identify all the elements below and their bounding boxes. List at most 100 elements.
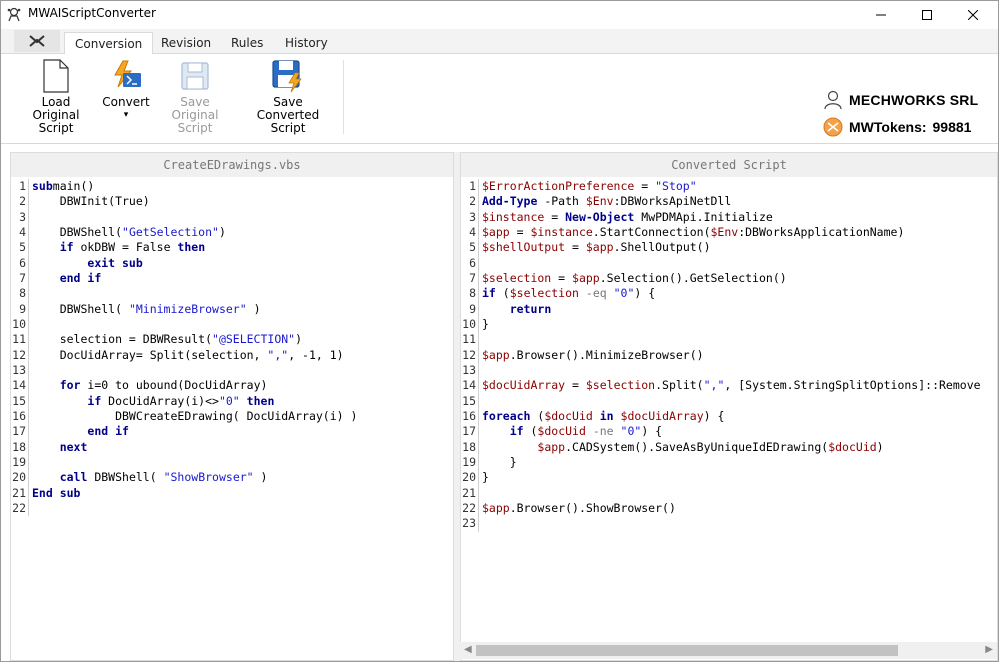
- code-line[interactable]: 8: [11, 286, 453, 302]
- code-line[interactable]: 13: [11, 362, 453, 379]
- code-line[interactable]: 2 DBWInit(True): [11, 194, 453, 210]
- close-button[interactable]: [950, 1, 996, 29]
- code-line[interactable]: 16 DBWCreateEDrawing( DocUidArray(i) ): [11, 408, 453, 425]
- scroll-right-icon[interactable]: ▶: [985, 644, 993, 655]
- load-original-script-button[interactable]: Load Original Script: [15, 58, 97, 135]
- app-menu-button[interactable]: [14, 30, 60, 52]
- code-line[interactable]: 6: [461, 255, 997, 271]
- code-line[interactable]: 7 $selection = $app.Selection().GetSelect…: [461, 270, 997, 287]
- code-line[interactable]: 5 $shellOutput = $app.ShellOutput(): [461, 240, 997, 256]
- user-icon: [824, 90, 842, 110]
- code-line[interactable]: 10: [11, 316, 453, 333]
- horizontal-scrollbar[interactable]: ◀ ▶: [460, 642, 997, 659]
- original-script-editor[interactable]: CreateEDrawings.vbs 1 submain() 2 DBWInit(…: [10, 152, 454, 661]
- code-line[interactable]: 4 DBWShell("GetSelection"): [11, 224, 453, 241]
- code-line[interactable]: 15 if DocUidArray(i)<>"0" then: [11, 393, 453, 409]
- save-converted-script-button[interactable]: Save Converted Script: [241, 58, 335, 135]
- account-tokens: MWTokens: 99881: [823, 117, 971, 137]
- line-number: 20: [461, 470, 479, 486]
- line-number: 10: [11, 316, 29, 333]
- code-line[interactable]: 19 }: [461, 454, 997, 471]
- code-line[interactable]: 12 DocUidArray= Split(selection, ",", -1…: [11, 347, 453, 363]
- line-number: 14: [11, 378, 29, 394]
- code-line[interactable]: 11 selection = DBWResult("@SELECTION"): [11, 332, 453, 348]
- line-number: 19: [461, 454, 479, 471]
- convert-button[interactable]: Convert ▾: [102, 58, 150, 122]
- title-bar: MWAIScriptConverter: [1, 1, 998, 29]
- code-line[interactable]: 17 if ($docUid -ne "0") {: [461, 424, 997, 440]
- line-number: 16: [461, 408, 479, 425]
- converted-code-area[interactable]: 1 $ErrorActionPreference = "Stop" 2 Add-Typ…: [461, 179, 997, 532]
- code-line[interactable]: 10}: [461, 316, 997, 333]
- maximize-button[interactable]: [904, 1, 950, 29]
- line-number: 13: [461, 362, 479, 379]
- tab-rules[interactable]: Rules: [221, 32, 273, 54]
- code-line[interactable]: 4 $app = $instance.StartConnection($Env:D…: [461, 224, 997, 241]
- code-line[interactable]: 20 call DBWShell( "ShowBrowser" ): [11, 470, 453, 486]
- line-number: 9: [11, 301, 29, 317]
- app-logo-icon: [6, 6, 22, 22]
- minimize-button[interactable]: [858, 1, 904, 29]
- code-text: }: [482, 470, 489, 485]
- scrollbar-thumb[interactable]: [476, 645, 898, 656]
- code-line[interactable]: 6 exit sub: [11, 255, 453, 271]
- code-line[interactable]: 9 return: [461, 301, 997, 317]
- app-window: MWAIScriptConverter Conversion Revision …: [0, 0, 999, 662]
- save-converted-icon: [270, 58, 306, 94]
- line-number: 12: [11, 347, 29, 363]
- code-line[interactable]: 11: [461, 332, 997, 348]
- code-text: DBWShell("GetSelection"): [32, 224, 226, 239]
- code-line[interactable]: 9 DBWShell( "MinimizeBrowser" ): [11, 301, 453, 317]
- code-line[interactable]: 20}: [461, 470, 997, 486]
- code-line[interactable]: 15: [461, 393, 997, 409]
- line-number: 22: [461, 500, 479, 517]
- save-original-script-button[interactable]: Save Original Script: [154, 58, 236, 135]
- code-line[interactable]: 23: [461, 516, 997, 532]
- converted-script-editor[interactable]: Converted Script 1 $ErrorActionPreference…: [460, 152, 998, 661]
- tab-history[interactable]: History: [275, 32, 338, 54]
- scroll-left-icon[interactable]: ◀: [464, 644, 472, 655]
- code-line[interactable]: 1 submain(): [11, 179, 453, 195]
- code-line[interactable]: 17 end if: [11, 424, 453, 440]
- tab-revision[interactable]: Revision: [151, 32, 221, 54]
- code-line[interactable]: 18 next: [11, 439, 453, 455]
- line-number: 11: [11, 332, 29, 348]
- code-line[interactable]: 14 for i=0 to ubound(DocUidArray): [11, 378, 453, 394]
- line-number: 23: [461, 516, 479, 532]
- code-line[interactable]: 18 $app.CADSystem().SaveAsByUniqueIdEDra…: [461, 439, 997, 455]
- code-line[interactable]: 1 $ErrorActionPreference = "Stop": [461, 179, 997, 195]
- code-text: $ErrorActionPreference = "Stop": [482, 179, 697, 193]
- code-text: $selection = $app.Selection().GetSelecti…: [482, 270, 787, 285]
- code-line[interactable]: 21: [461, 485, 997, 501]
- code-line[interactable]: 21 End sub: [11, 485, 453, 501]
- line-number: 18: [11, 439, 29, 455]
- chevron-down-icon: ▾: [123, 110, 129, 120]
- line-number: 2: [11, 194, 29, 210]
- code-line[interactable]: 5 if okDBW = False then: [11, 240, 453, 256]
- code-line[interactable]: 13: [461, 362, 997, 379]
- code-line[interactable]: 3 $instance = New-Object MwPDMApi.Initial…: [461, 209, 997, 225]
- code-line[interactable]: 7 end if: [11, 270, 453, 287]
- tab-conversion[interactable]: Conversion: [64, 32, 154, 55]
- code-line[interactable]: 3: [11, 209, 453, 225]
- code-text: $docUidArray = $selection.Split(",", [Sy…: [482, 378, 981, 393]
- line-number: 17: [11, 424, 29, 440]
- convert-powershell-icon: [108, 58, 144, 94]
- code-line[interactable]: 22: [11, 500, 453, 517]
- line-number: 4: [11, 224, 29, 241]
- account-company: MECHWORKS SRL: [823, 90, 978, 110]
- code-line[interactable]: 8 if ($selection -eq "0") {: [461, 286, 997, 302]
- code-line[interactable]: 16 foreach ($docUid in $docUidArray) {: [461, 408, 997, 425]
- line-number: 9: [461, 301, 479, 317]
- code-line[interactable]: 12 $app.Browser().MinimizeBrowser(): [461, 347, 997, 363]
- code-line[interactable]: 22 $app.Browser().ShowBrowser(): [461, 500, 997, 517]
- original-code-area[interactable]: 1 submain() 2 DBWInit(True) 3 4 DBWShell("Ge…: [11, 179, 453, 517]
- code-line[interactable]: 2 Add-Type -Path $Env:DBWorksApiNetDll: [461, 194, 997, 210]
- code-line[interactable]: 14 $docUidArray = $selection.Split(",", […: [461, 378, 997, 394]
- code-line[interactable]: 19: [11, 454, 453, 471]
- line-number: 6: [461, 255, 479, 271]
- code-text: $app.Browser().ShowBrowser(): [482, 500, 676, 515]
